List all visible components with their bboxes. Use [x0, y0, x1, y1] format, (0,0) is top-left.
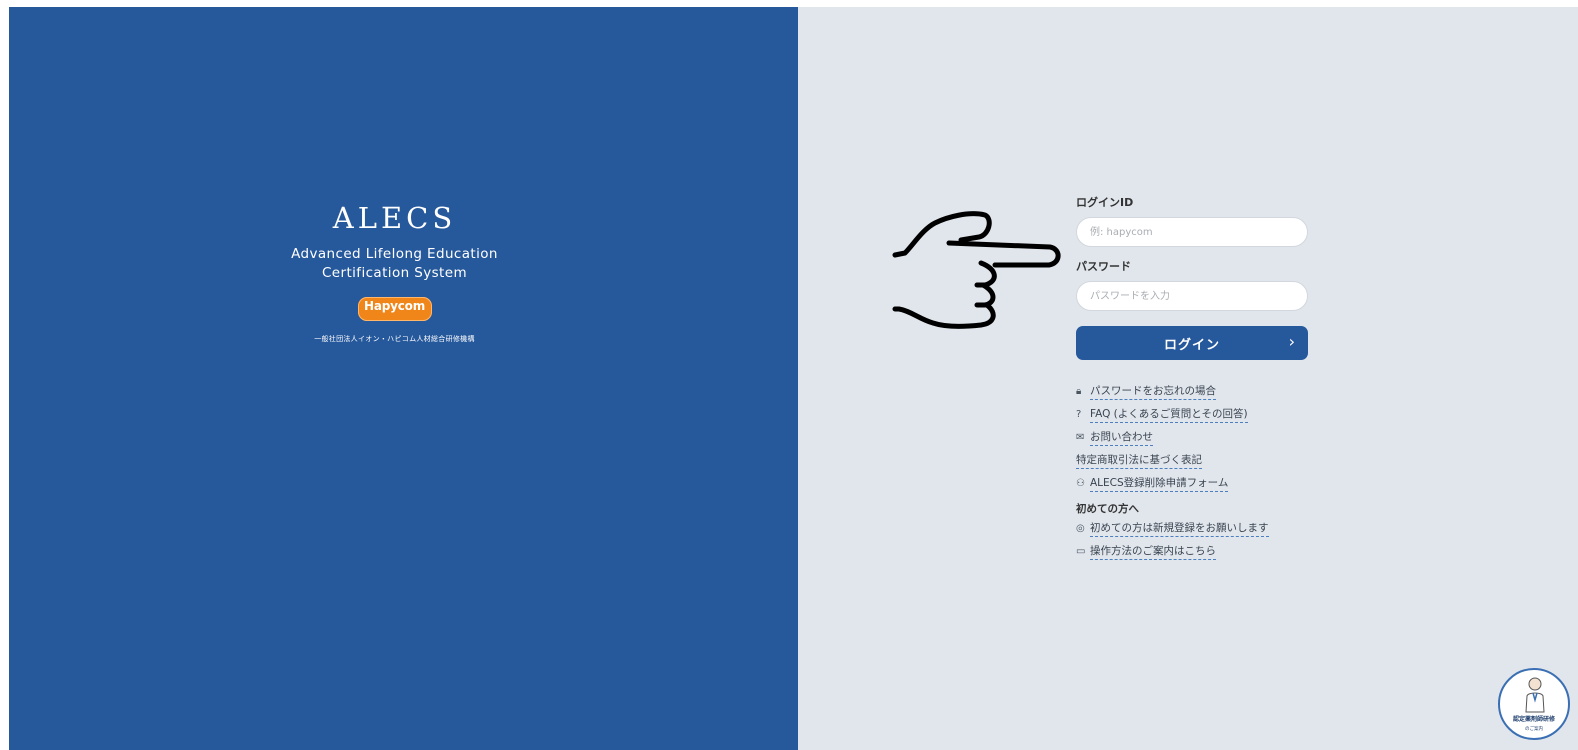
login-form: ログインID パスワード ログイン ›: [1076, 195, 1316, 360]
pharmacist-illustration-icon: [1525, 677, 1545, 713]
login-button[interactable]: ログイン ›: [1076, 326, 1308, 360]
commercial-law-link[interactable]: 特定商取引法に基づく表記: [1076, 453, 1202, 469]
forgot-password-link[interactable]: パスワードをお忘れの場合: [1090, 384, 1216, 400]
brand-panel: [9, 7, 798, 750]
brand-subtitle-line1: Advanced Lifelong Education: [291, 246, 498, 262]
hapycom-logo: Hapycom: [357, 297, 432, 321]
contact-link[interactable]: お問い合わせ: [1090, 430, 1153, 446]
page-frame: [9, 7, 1578, 750]
first-time-heading: 初めての方へ: [1076, 503, 1139, 515]
list-item: ▭ 操作方法のご案内はこちら: [1076, 544, 1336, 567]
login-button-label: ログイン: [1163, 337, 1220, 353]
hapycom-logo-text: Hapycom: [363, 299, 425, 313]
brand-title: ALECS: [332, 201, 457, 235]
lock-icon: 🔒︎: [1076, 386, 1082, 397]
pharmacist-training-guide-button[interactable]: 認定薬剤師研修 のご案内: [1498, 668, 1570, 740]
deregistration-form-link[interactable]: ALECS登録削除申請フォーム: [1090, 476, 1229, 492]
mail-icon: ✉: [1076, 432, 1085, 443]
list-item: ✉ お問い合わせ: [1076, 430, 1336, 453]
guide-badge-sub: のご案内: [1525, 727, 1543, 732]
login-id-input[interactable]: [1076, 217, 1308, 247]
user-remove-icon: ⚇: [1076, 478, 1085, 489]
password-label: パスワード: [1076, 260, 1131, 273]
user-circle-icon: ◎: [1076, 523, 1085, 534]
chevron-right-icon: ›: [1288, 332, 1296, 351]
password-input[interactable]: [1076, 281, 1308, 311]
new-registration-link[interactable]: 初めての方は新規登録をお願いします: [1090, 521, 1269, 537]
list-item: ◎ 初めての方は新規登録をお願いします: [1076, 521, 1336, 544]
pointing-hand-icon: [892, 211, 1061, 329]
login-id-label: ログインID: [1076, 196, 1134, 209]
list-item: 特定商取引法に基づく表記: [1076, 453, 1336, 476]
manual-icon: ▭: [1076, 546, 1086, 557]
list-item: ⚇ ALECS登録削除申請フォーム: [1076, 476, 1336, 499]
list-item: 🔒︎ パスワードをお忘れの場合: [1076, 384, 1336, 407]
list-item: ? FAQ (よくあるご質問とその回答): [1076, 407, 1336, 430]
login-panel: [798, 7, 1578, 750]
brand-subtitle-line2: Certification System: [321, 265, 468, 281]
brand-block: ALECS Advanced Lifelong Education Certif…: [0, 198, 789, 344]
faq-link[interactable]: FAQ (よくあるご質問とその回答): [1090, 407, 1248, 423]
operation-guide-link[interactable]: 操作方法のご案内はこちら: [1090, 544, 1216, 560]
organization-name: 一般社団法人イオン・ハピコム人材総合研修機構: [314, 335, 475, 343]
guide-badge-label: 認定薬剤師研修: [1512, 716, 1555, 723]
question-circle-icon: ?: [1076, 409, 1082, 420]
help-links: 🔒︎ パスワードをお忘れの場合 ? FAQ (よくあるご質問とその回答) ✉ お問い合…: [1076, 384, 1336, 567]
